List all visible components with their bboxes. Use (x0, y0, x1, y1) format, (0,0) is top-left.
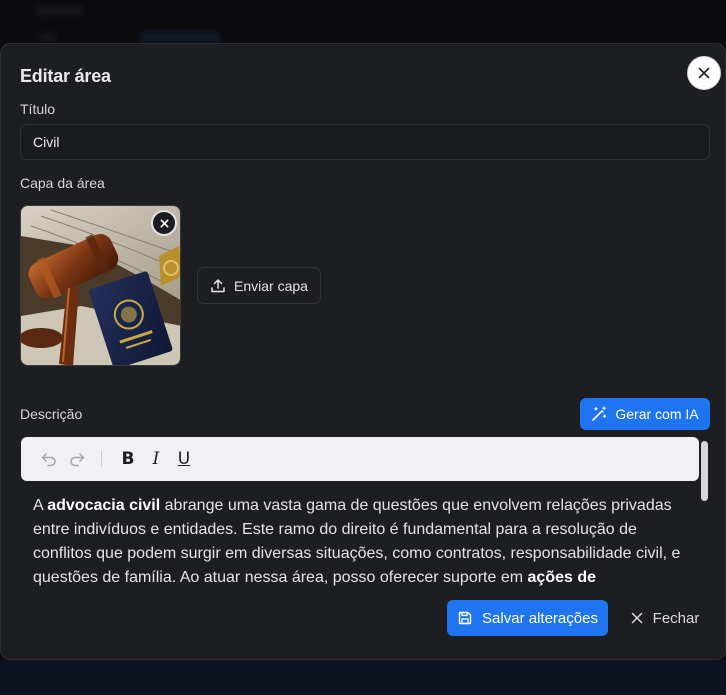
editor-toolbar: B I U (21, 437, 699, 481)
description-bold-text: advocacia civil (47, 497, 161, 514)
title-field-label: Título (20, 101, 56, 117)
undo-button[interactable] (35, 445, 63, 473)
cover-label: Capa da área (20, 175, 105, 191)
editor-scrollbar[interactable] (701, 441, 708, 501)
description-label: Descrição (20, 406, 83, 422)
modal-close-button[interactable] (687, 56, 721, 90)
close-button[interactable]: Fechar (621, 600, 709, 636)
redo-icon (70, 453, 85, 467)
bold-button[interactable]: B (114, 445, 142, 473)
undo-icon (41, 453, 56, 467)
title-input[interactable] (20, 124, 710, 160)
upload-icon (211, 278, 225, 292)
close-icon (698, 67, 710, 79)
modal-title: Editar área (20, 66, 111, 86)
close-icon (631, 612, 642, 624)
italic-icon: I (152, 449, 160, 469)
background-app-footer (0, 660, 726, 695)
save-changes-label: Salvar alterações (482, 609, 598, 627)
save-changes-button[interactable]: Salvar alterações (447, 600, 608, 636)
close-label: Fechar (652, 609, 700, 627)
close-icon (160, 219, 168, 227)
upload-cover-button[interactable]: Enviar capa (197, 267, 321, 304)
magic-wand-icon (592, 406, 607, 421)
description-editor[interactable]: A advocacia civil abrange uma vasta gama… (33, 494, 693, 590)
description-bold-text: ações de (527, 569, 596, 586)
remove-cover-button[interactable] (151, 210, 177, 236)
generate-with-ai-button[interactable]: Gerar com IA (580, 398, 710, 430)
bold-icon: B (121, 449, 135, 469)
toolbar-divider (101, 451, 102, 467)
upload-cover-label: Enviar capa (234, 277, 308, 294)
italic-button[interactable]: I (142, 445, 170, 473)
underline-icon: U (177, 449, 191, 469)
background-app-header (0, 0, 726, 44)
save-icon (458, 611, 472, 625)
description-text: A (33, 497, 48, 514)
generate-with-ai-label: Gerar com IA (615, 406, 699, 422)
edit-area-modal: Editar área Título Capa da área (0, 43, 726, 660)
redo-button[interactable] (63, 445, 91, 473)
underline-button[interactable]: U (170, 445, 198, 473)
